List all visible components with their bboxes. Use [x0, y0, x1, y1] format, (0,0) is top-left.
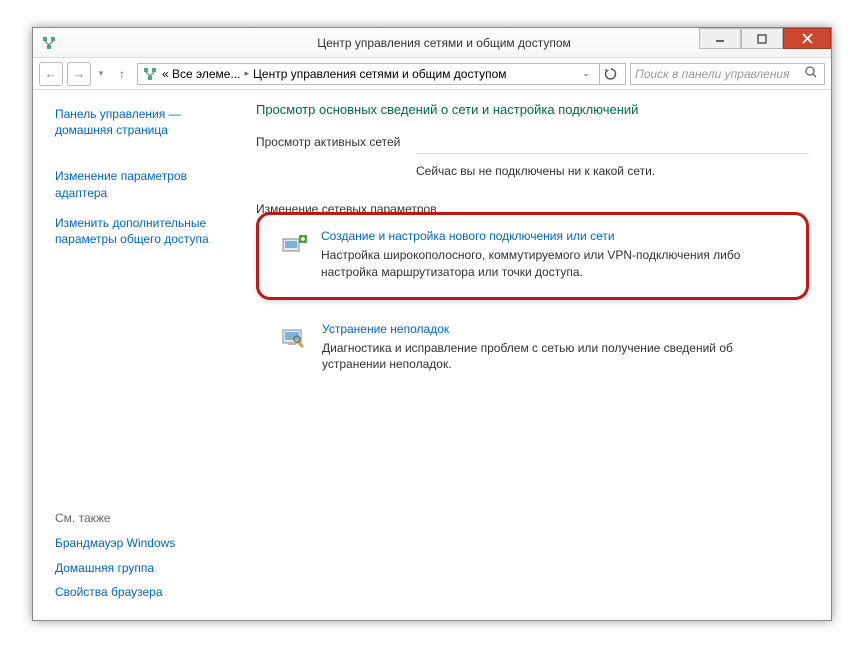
nav-up-button[interactable]: ↑ — [111, 63, 133, 85]
control-panel-window: Центр управления сетями и общим доступом… — [32, 27, 832, 621]
nav-forward-button[interactable]: → — [67, 62, 91, 86]
network-center-icon — [142, 66, 158, 82]
close-button[interactable] — [783, 28, 831, 49]
sidebar-link-adapter-settings[interactable]: Изменение параметров адаптера — [55, 168, 236, 200]
highlighted-task: Создание и настройка нового подключения … — [256, 212, 809, 300]
sidebar-link-browser-props[interactable]: Свойства браузера — [55, 584, 236, 600]
divider — [416, 153, 809, 154]
search-input[interactable] — [635, 67, 804, 81]
task-body: Создание и настройка нового подключения … — [321, 229, 786, 281]
active-networks-label: Просмотр активных сетей — [256, 135, 809, 149]
sidebar-link-sharing-settings[interactable]: Изменить дополнительные параметры общего… — [55, 215, 236, 247]
troubleshoot-icon — [278, 322, 310, 354]
sidebar-link-homegroup[interactable]: Домашняя группа — [55, 560, 236, 576]
breadcrumb[interactable]: « Все элеме... ▸ Центр управления сетями… — [137, 63, 626, 85]
task-troubleshoot-link[interactable]: Устранение неполадок — [322, 322, 789, 336]
refresh-button[interactable] — [599, 63, 621, 85]
breadcrumb-segment[interactable]: Центр управления сетями и общим доступом — [253, 67, 507, 81]
sidebar-link-home[interactable]: Панель управления — домашняя страница — [55, 106, 236, 138]
chevron-right-icon: ▸ — [244, 68, 249, 79]
network-center-icon — [41, 35, 57, 51]
search-icon[interactable] — [804, 65, 820, 82]
task-new-connection-link[interactable]: Создание и настройка нового подключения … — [321, 229, 786, 243]
window-controls — [699, 28, 831, 49]
task-new-connection-desc: Настройка широкополосного, коммутируемог… — [321, 247, 786, 281]
address-toolbar: ← → ▾ ↑ « Все элеме... ▸ Центр управлени… — [33, 58, 831, 90]
breadcrumb-segment[interactable]: « Все элеме... — [162, 67, 240, 81]
sidebar-link-firewall[interactable]: Брандмауэр Windows — [55, 535, 236, 551]
nav-history-dropdown[interactable]: ▾ — [95, 68, 107, 79]
maximize-button[interactable] — [741, 28, 783, 49]
minimize-button[interactable] — [699, 28, 741, 49]
page-title: Просмотр основных сведений о сети и наст… — [256, 102, 809, 117]
search-field — [630, 63, 825, 85]
task-body: Устранение неполадок Диагностика и испра… — [322, 322, 789, 374]
no-connection-text: Сейчас вы не подключены ни к какой сети. — [416, 164, 809, 178]
nav-back-button[interactable]: ← — [39, 62, 63, 86]
task-troubleshoot: Устранение неполадок Диагностика и испра… — [256, 318, 809, 382]
content-area: Панель управления — домашняя страница Из… — [33, 90, 831, 620]
new-connection-icon — [277, 229, 309, 261]
main-pane: Просмотр основных сведений о сети и наст… — [248, 90, 831, 620]
task-troubleshoot-desc: Диагностика и исправление проблем с сеть… — [322, 340, 789, 374]
address-dropdown-button[interactable]: ⌄ — [577, 68, 595, 79]
titlebar: Центр управления сетями и общим доступом — [33, 28, 831, 58]
see-also-label: См. также — [55, 511, 236, 525]
sidebar: Панель управления — домашняя страница Из… — [33, 90, 248, 620]
